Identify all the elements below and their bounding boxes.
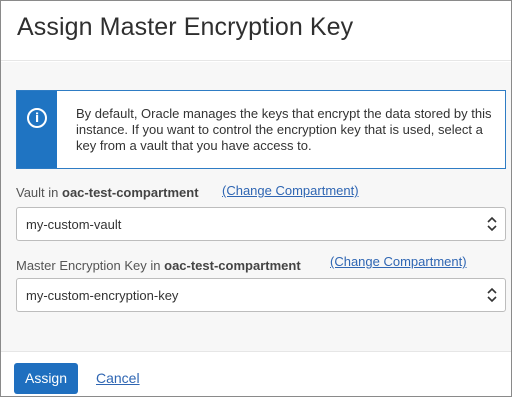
key-label: Master Encryption Key in oac-test-compar…	[16, 258, 301, 273]
up-down-chevron-icon	[487, 216, 497, 232]
vault-select-value: my-custom-vault	[26, 217, 122, 232]
vault-label-prefix: Vault in	[16, 185, 63, 200]
key-change-compartment-link[interactable]: (Change Compartment)	[330, 254, 467, 269]
key-select-value: my-custom-encryption-key	[26, 288, 179, 303]
dialog-title: Assign Master Encryption Key	[17, 13, 354, 41]
dialog-header: Assign Master Encryption Key	[1, 1, 511, 61]
vault-compartment-name: oac-test-compartment	[62, 185, 199, 200]
info-text: By default, Oracle manages the keys that…	[76, 106, 492, 153]
key-compartment-name: oac-test-compartment	[164, 258, 301, 273]
key-select[interactable]: my-custom-encryption-key	[16, 278, 506, 312]
vault-label: Vault in oac-test-compartment	[16, 185, 199, 200]
vault-select[interactable]: my-custom-vault	[16, 207, 506, 241]
key-label-prefix: Master Encryption Key in	[16, 258, 165, 273]
info-callout: i By default, Oracle manages the keys th…	[16, 90, 506, 169]
vault-change-compartment-link[interactable]: (Change Compartment)	[222, 183, 359, 198]
cancel-link[interactable]: Cancel	[96, 370, 140, 386]
assign-button[interactable]: Assign	[14, 363, 78, 394]
info-icon: i	[27, 108, 47, 128]
info-icon-panel: i	[17, 91, 57, 168]
up-down-chevron-icon	[487, 287, 497, 303]
